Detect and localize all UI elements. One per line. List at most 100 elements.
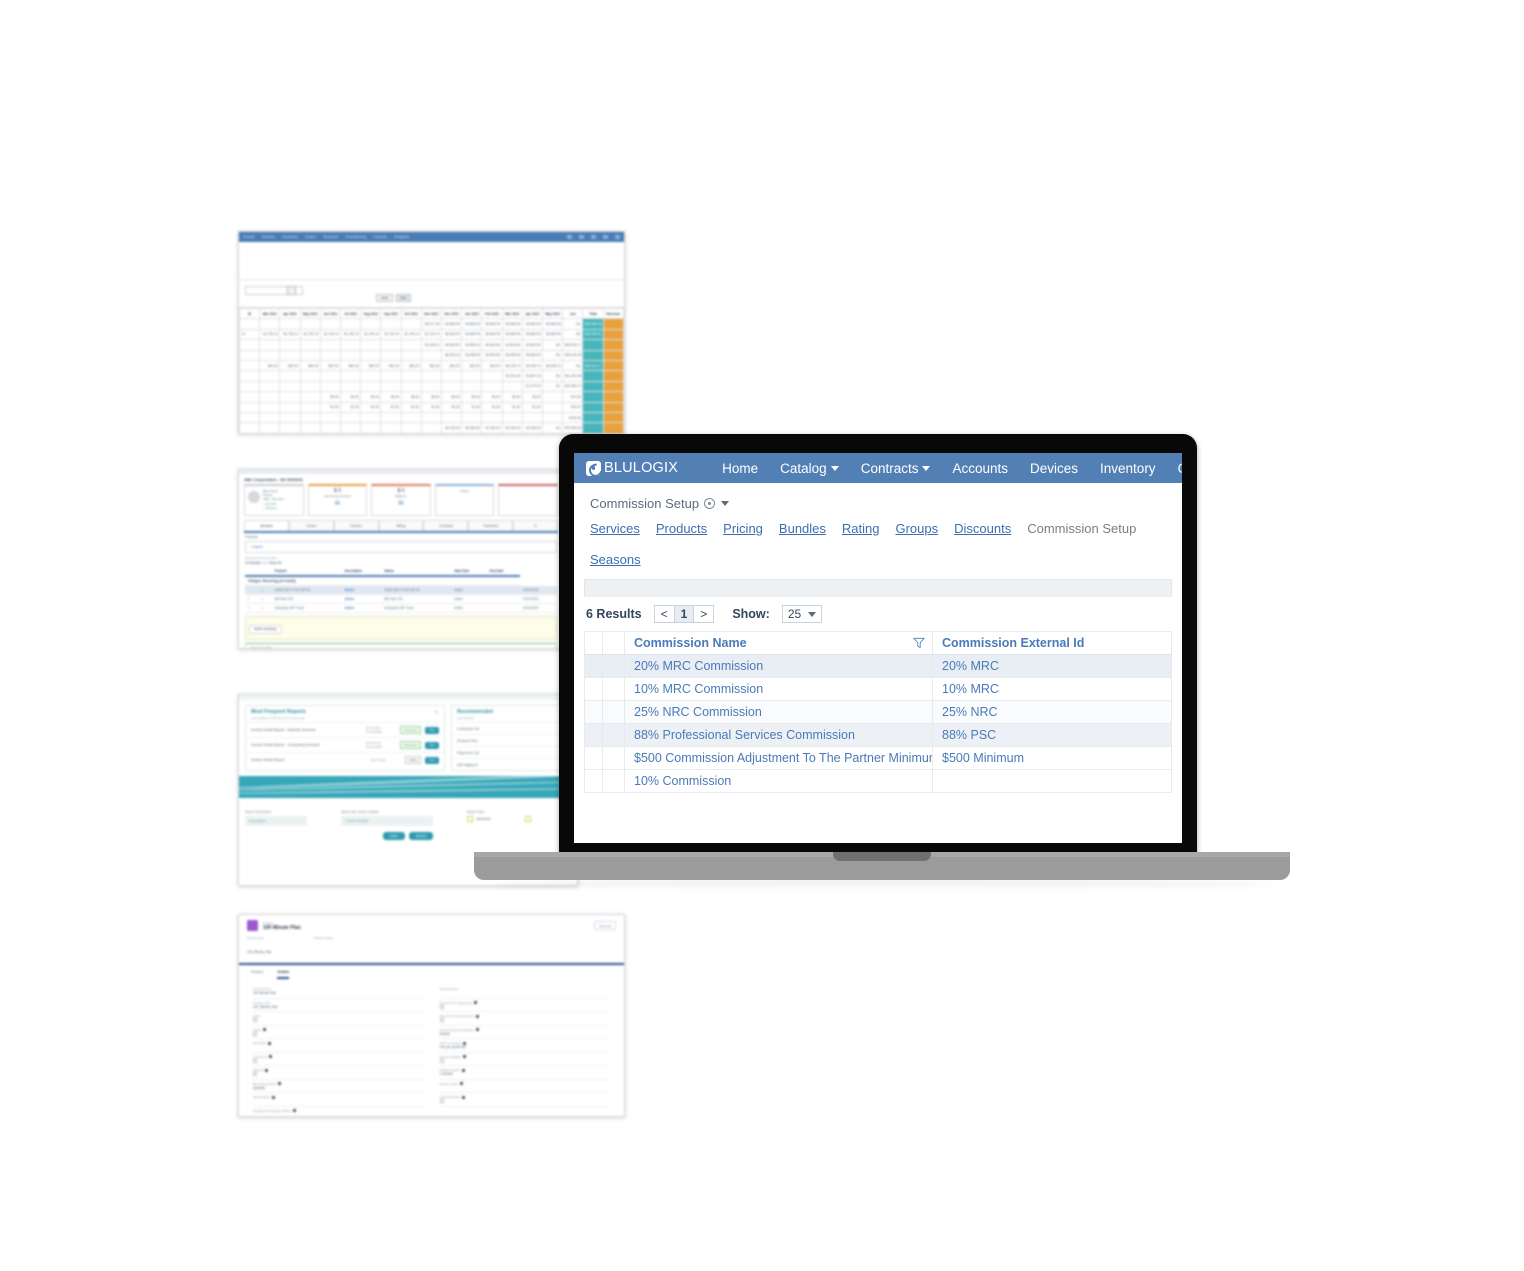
- info-icon[interactable]: [272, 1095, 276, 1099]
- account-tab-contracts[interactable]: Contracts: [423, 520, 469, 531]
- cell-commission-name[interactable]: 10% Commission: [624, 769, 933, 793]
- product-tab-details[interactable]: Details: [277, 970, 290, 979]
- page-size-select[interactable]: 25: [781, 605, 823, 623]
- account-checkbox-cell[interactable]: □: [258, 603, 272, 613]
- column-header-commission-external-id[interactable]: Commission External Id: [932, 631, 1172, 655]
- table-row[interactable]: 88% Professional Services Commission 88% …: [584, 723, 1172, 747]
- nav-item-contracts[interactable]: Contracts: [861, 461, 931, 476]
- pagination-prev-button[interactable]: <: [655, 606, 675, 622]
- calendar-icon[interactable]: [287, 286, 296, 295]
- revenue-menu-item[interactable]: Revenue: [323, 235, 338, 239]
- window-control-icon[interactable]: [615, 235, 620, 239]
- nav-item-catalog[interactable]: Catalog: [780, 461, 839, 476]
- account-tab-orders[interactable]: Orders: [288, 520, 334, 531]
- nav-item-inventory[interactable]: Inventory: [1100, 461, 1156, 476]
- table-row[interactable]: 20% MRC Commission 20% MRC: [584, 654, 1172, 678]
- cell-commission-name[interactable]: 88% Professional Services Commission: [624, 723, 933, 747]
- report-run-button[interactable]: Run: [425, 741, 439, 749]
- subtab-rating[interactable]: Rating: [842, 521, 880, 536]
- row-checkbox-cell[interactable]: [584, 769, 603, 793]
- checkbox-icon[interactable]: [439, 1018, 444, 1022]
- info-icon[interactable]: [474, 1001, 477, 1004]
- report-row[interactable]: Invoice Detail Report - Computing Servic…: [246, 737, 444, 752]
- product-tab-related[interactable]: Related: [251, 970, 263, 979]
- nav-item-devices[interactable]: Devices: [1030, 461, 1078, 476]
- account-checkbox-cell[interactable]: □: [258, 585, 272, 595]
- checkbox-icon[interactable]: [253, 1072, 257, 1076]
- row-expand-cell[interactable]: [602, 677, 625, 701]
- revenue-menu-item[interactable]: Devices: [262, 235, 275, 239]
- row-checkbox-cell[interactable]: [584, 677, 603, 701]
- report-run-button[interactable]: Run: [425, 756, 439, 764]
- checkbox-icon[interactable]: [439, 1058, 444, 1063]
- account-tab-devices[interactable]: Devices: [333, 520, 379, 531]
- pagination-current-page[interactable]: 1: [674, 606, 695, 622]
- window-control-icon[interactable]: [567, 235, 572, 239]
- checkbox-icon[interactable]: [253, 1031, 257, 1036]
- revenue-run-button[interactable]: Run: [396, 294, 411, 302]
- nav-item-accounts[interactable]: Accounts: [952, 461, 1008, 476]
- column-header-commission-name[interactable]: Commission Name: [624, 631, 933, 655]
- checkbox-icon[interactable]: [253, 1058, 257, 1063]
- nav-item-home[interactable]: Home: [722, 461, 758, 476]
- row-expand-cell[interactable]: [602, 769, 625, 793]
- subtab-seasons[interactable]: Seasons: [590, 552, 641, 567]
- revenue-menu-item[interactable]: Inventory: [282, 235, 298, 239]
- info-icon[interactable]: [268, 1041, 272, 1045]
- subtab-products[interactable]: Products: [656, 521, 707, 536]
- table-row[interactable]: 10% MRC Commission 10% MRC: [584, 677, 1172, 701]
- search-column-header-input[interactable]: Column Header: [341, 816, 433, 826]
- report-row[interactable]: Invoice Detail Report - Network Services…: [246, 722, 444, 737]
- row-checkbox-cell[interactable]: [584, 654, 603, 678]
- info-icon[interactable]: [459, 1082, 463, 1085]
- row-checkbox-cell[interactable]: [584, 746, 603, 770]
- report-run-button[interactable]: Run: [425, 726, 439, 734]
- cell-commission-name[interactable]: $500 Commission Adjustment To The Partne…: [624, 746, 933, 770]
- subtab-pricing[interactable]: Pricing: [723, 521, 763, 536]
- subtab-bundles[interactable]: Bundles: [779, 521, 826, 536]
- subtab-groups[interactable]: Groups: [895, 521, 938, 536]
- account-expand-cell[interactable]: +: [245, 603, 259, 613]
- product-edit-button[interactable]: Show Ed: [593, 921, 616, 930]
- checkbox-icon[interactable]: [253, 1018, 257, 1022]
- account-expand-cell[interactable]: +: [245, 594, 259, 604]
- subtab-services[interactable]: Services: [590, 521, 640, 536]
- table-row[interactable]: $500 Commission Adjustment To The Partne…: [584, 746, 1172, 770]
- info-icon[interactable]: [462, 1095, 466, 1099]
- account-inventory-tab[interactable]: Active Inventory: [249, 624, 282, 634]
- revenue-menu-item[interactable]: Events: [243, 235, 255, 239]
- cell-commission-name[interactable]: 10% MRC Commission: [624, 677, 933, 701]
- chevron-down-icon[interactable]: [721, 501, 730, 506]
- refresh-icon[interactable]: ↻: [435, 710, 439, 716]
- revenue-menu-item[interactable]: Console: [373, 235, 387, 239]
- row-expand-cell[interactable]: [602, 723, 625, 747]
- checkbox-icon[interactable]: [439, 1099, 444, 1103]
- info-icon[interactable]: [461, 1068, 465, 1072]
- subtab-discounts[interactable]: Discounts: [954, 521, 1011, 536]
- brand-logo[interactable]: BLULOGIX: [586, 460, 678, 476]
- window-control-icon[interactable]: [591, 235, 596, 239]
- filter-icon[interactable]: [913, 637, 925, 649]
- revenue-menu-item[interactable]: Orders: [305, 235, 317, 239]
- account-expand-cell[interactable]: [245, 585, 259, 595]
- revenue-menu-item[interactable]: Analytics: [394, 235, 409, 239]
- account-checkbox-cell[interactable]: □: [258, 594, 272, 604]
- account-tab-services[interactable]: Services: [244, 520, 289, 531]
- info-icon[interactable]: [476, 1028, 480, 1031]
- cell-commission-name[interactable]: 25% NRC Commission: [624, 700, 933, 724]
- table-row[interactable]: 10% Commission: [584, 769, 1172, 793]
- balance-link[interactable]: Pay: [398, 499, 403, 503]
- report-row[interactable]: Invoice Detail Report - 02/17/2023 Offline…: [246, 752, 444, 767]
- reports-clear-button[interactable]: Clear: [382, 832, 405, 840]
- account-tab-billing[interactable]: Billing: [378, 520, 424, 531]
- reports-search-button[interactable]: Search: [408, 832, 434, 840]
- row-expand-cell[interactable]: [602, 654, 625, 678]
- subtab-commission-setup[interactable]: Commission Setup: [1027, 521, 1136, 536]
- window-control-icon[interactable]: [579, 235, 584, 239]
- info-icon[interactable]: [462, 1055, 466, 1058]
- row-expand-cell[interactable]: [602, 746, 625, 770]
- revenue-clear-button[interactable]: Clear: [376, 294, 393, 302]
- report-description-input[interactable]: Description: [245, 816, 307, 826]
- checkbox-icon[interactable]: [439, 1004, 444, 1009]
- info-icon[interactable]: [277, 1082, 281, 1085]
